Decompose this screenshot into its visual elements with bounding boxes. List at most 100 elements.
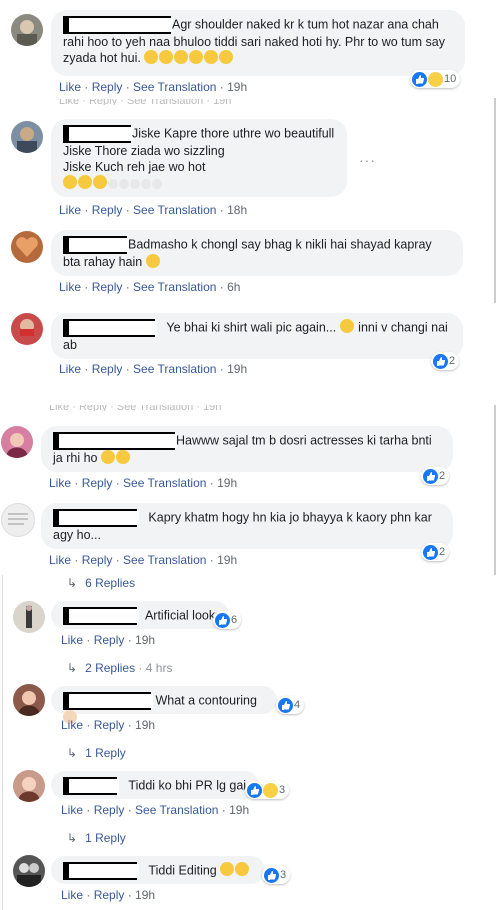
timestamp[interactable]: 19h: [135, 888, 155, 902]
redacted-name: [53, 509, 139, 527]
avatar[interactable]: [1, 503, 35, 537]
avatar[interactable]: [11, 14, 43, 46]
reaction-count[interactable]: 3: [245, 781, 290, 799]
redacted-name: [63, 692, 153, 710]
reply-link[interactable]: Reply: [94, 888, 125, 902]
reply-link[interactable]: Reply: [92, 203, 123, 217]
see-translation-link[interactable]: See Translation: [135, 803, 218, 817]
like-link[interactable]: Like: [59, 203, 81, 217]
comment-text-2: agy ho...: [53, 528, 101, 542]
reply-link[interactable]: Reply: [94, 803, 125, 817]
view-replies-link[interactable]: ↳ 2 Replies · 4 hrs: [67, 661, 172, 675]
comment-text-2: inni v changi nai: [358, 320, 448, 335]
reaction-count[interactable]: 2: [431, 352, 460, 370]
reaction-number: 6: [231, 614, 238, 626]
timestamp[interactable]: 19h: [217, 553, 237, 567]
like-link[interactable]: Like: [59, 280, 81, 294]
reply-link[interactable]: Reply: [94, 718, 125, 732]
comment-actions: Like · Reply · See Translation · 19h: [59, 80, 248, 94]
avatar[interactable]: [11, 313, 43, 345]
smile-emoji: [145, 254, 160, 268]
timestamp[interactable]: 19h: [229, 803, 249, 817]
see-translation-link[interactable]: See Translation: [123, 476, 206, 490]
reply-link[interactable]: Reply: [92, 80, 123, 94]
timestamp[interactable]: 6h: [227, 280, 240, 294]
see-translation-link[interactable]: See Translation: [133, 280, 216, 294]
like-reaction-icon: [278, 697, 293, 713]
more-options-icon[interactable]: ···: [359, 152, 376, 168]
timestamp[interactable]: 19h: [217, 476, 237, 490]
haha-reaction-icon: [428, 71, 443, 87]
see-translation-link[interactable]: See Translation: [123, 553, 206, 567]
laughing-emoji: [78, 175, 92, 189]
replies-timestamp: 4 hrs: [145, 661, 173, 675]
comment-actions: Like · Reply · See Translation · 19h: [61, 803, 250, 817]
view-replies-link[interactable]: ↳ 1 Reply: [67, 831, 126, 845]
reply-arrow-icon: ↳: [67, 746, 78, 760]
like-link[interactable]: Like: [49, 476, 71, 490]
view-replies-link[interactable]: ↳ 1 Reply: [67, 746, 126, 760]
avatar[interactable]: [13, 601, 45, 633]
comment-actions: Like · Reply · See Translation · 19h: [49, 553, 238, 567]
timestamp[interactable]: 18h: [227, 203, 247, 217]
scrollbar-track[interactable]: [494, 98, 496, 303]
comment-bubble: What a contouring: [51, 686, 277, 724]
comment-bubble: Jiske Kapre thore uthre wo beautifull Ji…: [51, 119, 347, 197]
avatar[interactable]: [13, 684, 45, 716]
tongue-emoji: [220, 862, 235, 877]
small-emoji: [152, 179, 162, 189]
small-emoji: [141, 179, 151, 189]
timestamp[interactable]: 19h: [135, 633, 155, 647]
like-link[interactable]: Like: [61, 888, 83, 902]
reaction-count[interactable]: 2: [421, 543, 450, 561]
see-translation-link[interactable]: See Translation: [133, 80, 216, 94]
avatar[interactable]: [1, 426, 33, 458]
timestamp[interactable]: 19h: [227, 362, 247, 376]
comment-bubble: Tiddi Editing: [51, 856, 265, 884]
comment-actions: Like · Reply · See Translation · 18h: [59, 203, 248, 217]
reaction-count[interactable]: 4: [276, 696, 305, 714]
laughing-emoji: [189, 50, 204, 64]
reply-link[interactable]: Reply: [92, 280, 123, 294]
comment-actions: Like · Reply · 19h: [61, 633, 156, 647]
small-emoji: [108, 179, 118, 189]
reaction-count[interactable]: 3: [262, 866, 291, 884]
like-link[interactable]: Like: [49, 553, 71, 567]
see-translation-link[interactable]: See Translation: [133, 362, 216, 376]
comment-actions: Like · Reply · 19h: [61, 718, 156, 732]
comment-text: Tiddi Editing: [148, 863, 217, 878]
like-link[interactable]: Like: [59, 80, 81, 94]
avatar[interactable]: [11, 121, 43, 153]
timestamp[interactable]: 19h: [227, 80, 247, 94]
comment-text-line: Jiske Thore ziada wo sizzling: [63, 144, 225, 158]
avatar[interactable]: [11, 231, 43, 263]
reaction-count[interactable]: 2: [421, 467, 450, 485]
reaction-count[interactable]: 10: [410, 70, 461, 88]
scrollbar-track-2[interactable]: [494, 405, 496, 575]
reply-link[interactable]: Reply: [94, 633, 125, 647]
avatar[interactable]: [13, 855, 45, 887]
like-reaction-icon: [423, 544, 438, 560]
see-translation-link[interactable]: See Translation: [133, 203, 216, 217]
reaction-count[interactable]: 6: [213, 611, 242, 629]
timestamp[interactable]: 19h: [135, 718, 155, 732]
avatar[interactable]: [13, 770, 45, 802]
comment-bubble: Kapry khatm hogy hn kia jo bhayya k kaor…: [41, 503, 453, 549]
like-link[interactable]: Like: [61, 718, 83, 732]
view-replies-link[interactable]: ↳ 6 Replies: [67, 576, 135, 590]
redacted-name: [63, 125, 133, 143]
comment-text: Kapry khatm hogy hn kia jo bhayya k kaor…: [148, 510, 432, 525]
like-link[interactable]: Like: [59, 362, 81, 376]
comment-bubble: Hawww sajal tm b dosri actresses ki tarh…: [41, 426, 453, 472]
reply-link[interactable]: Reply: [92, 362, 123, 376]
comment-text-line: Jiske Kuch reh jae wo hot: [63, 160, 206, 174]
reply-link[interactable]: Reply: [82, 476, 113, 490]
comment-actions: Like · Reply · See Translation · 6h: [59, 280, 241, 294]
reaction-number: 4: [294, 699, 301, 711]
comment-text-3: ab: [63, 338, 77, 352]
like-reaction-icon: [264, 867, 279, 883]
like-link[interactable]: Like: [61, 633, 83, 647]
like-link[interactable]: Like: [61, 803, 83, 817]
comment-bubble: Ye bhai ki shirt wali pic again... inni …: [51, 313, 463, 359]
reply-link[interactable]: Reply: [82, 553, 113, 567]
